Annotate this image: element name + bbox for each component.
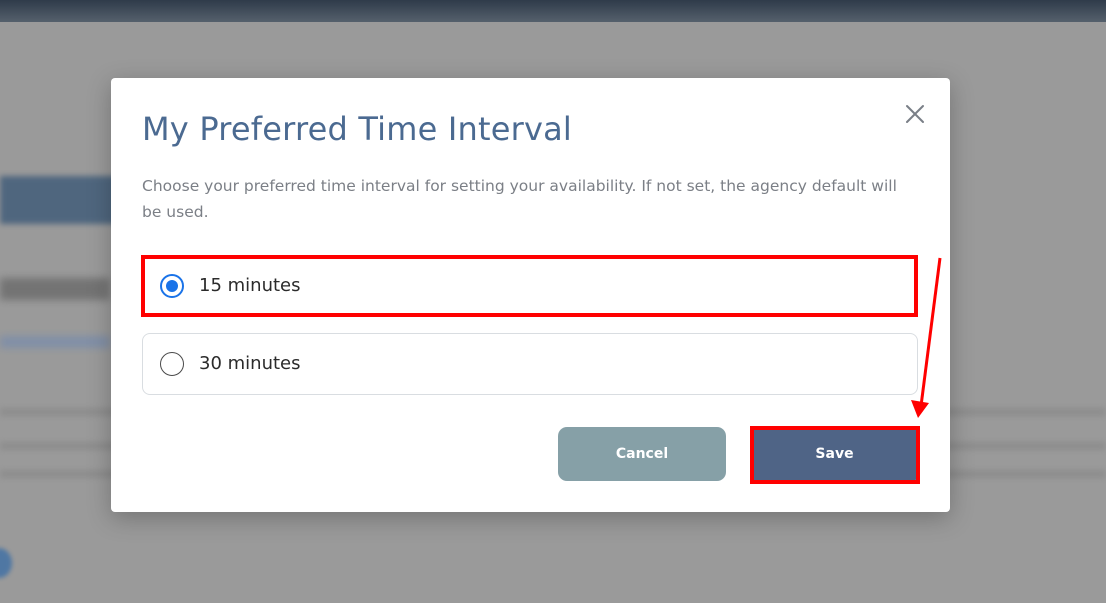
option-30-minutes[interactable]: 30 minutes [142, 333, 918, 395]
page: My Preferred Time Interval Choose your p… [0, 0, 1106, 603]
background-topbar [0, 0, 1106, 22]
time-interval-modal: My Preferred Time Interval Choose your p… [111, 78, 950, 512]
modal-description: Choose your preferred time interval for … [142, 177, 897, 221]
background-band [0, 176, 120, 224]
option-15-minutes[interactable]: 15 minutes [142, 255, 918, 317]
background-text [0, 278, 110, 300]
option-label: 15 minutes [199, 275, 301, 296]
option-label: 30 minutes [199, 353, 301, 374]
background-link [0, 336, 110, 348]
cancel-button[interactable]: Cancel [558, 427, 726, 481]
background-avatar [0, 548, 12, 578]
close-button[interactable] [903, 102, 927, 126]
modal-title: My Preferred Time Interval [142, 110, 572, 148]
radio-30-minutes[interactable] [160, 352, 184, 376]
radio-15-minutes[interactable] [160, 274, 184, 298]
save-button[interactable]: Save [753, 427, 916, 481]
close-icon[interactable] [903, 102, 927, 126]
